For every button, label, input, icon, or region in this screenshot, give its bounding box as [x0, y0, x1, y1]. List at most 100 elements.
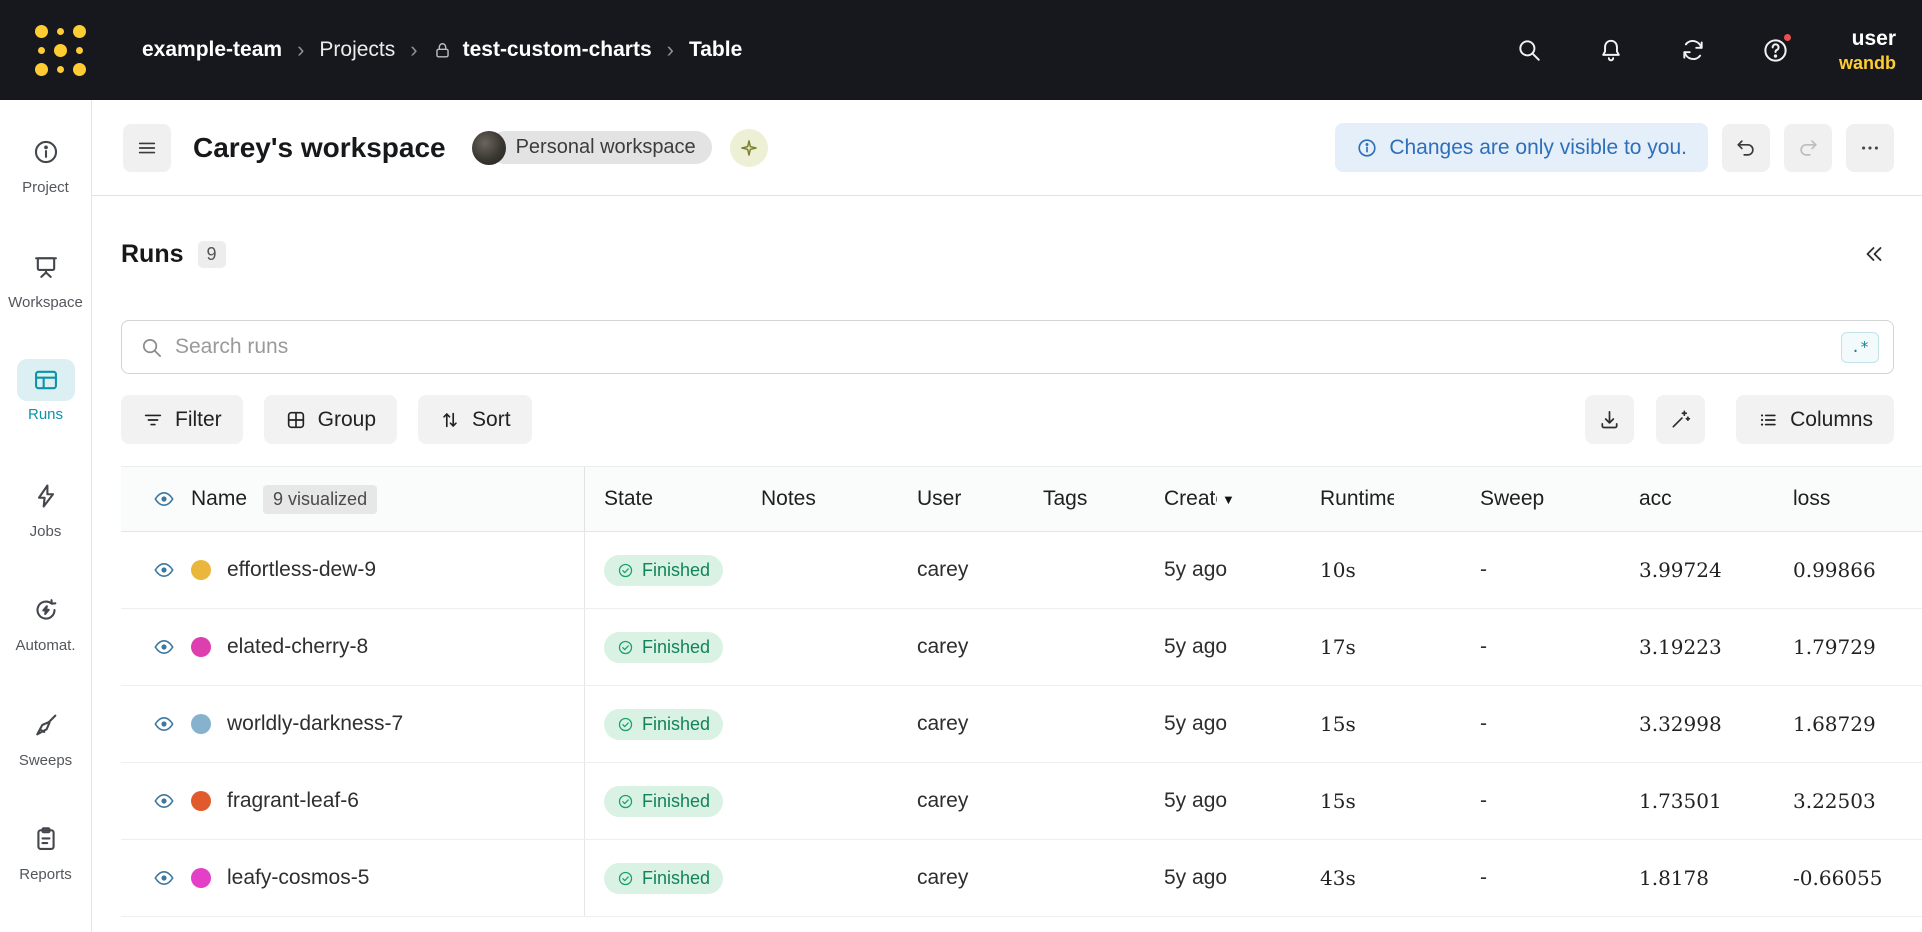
acc-cell: 3.32998	[1620, 686, 1774, 762]
help-icon[interactable]	[1753, 28, 1797, 72]
breadcrumb-team[interactable]: example-team	[142, 38, 282, 62]
runtime-cell: 15s	[1301, 686, 1461, 762]
run-name-link[interactable]: leafy-cosmos-5	[227, 866, 369, 890]
created-cell: 5y ago	[1145, 840, 1301, 916]
run-color-dot[interactable]	[191, 637, 211, 657]
user-cell: carey	[898, 609, 1024, 685]
run-row: leafy-cosmos-5Finishedcarey5y ago43s-1.8…	[121, 840, 1922, 917]
sidebar-item-runs[interactable]: Runs	[0, 359, 91, 474]
runs-search-bar: .*	[121, 320, 1894, 374]
group-button[interactable]: Group	[264, 395, 397, 444]
run-name-link[interactable]: elated-cherry-8	[227, 635, 368, 659]
info-icon	[24, 130, 68, 174]
notifications-bell-icon[interactable]	[1589, 28, 1633, 72]
column-header-created[interactable]: Created▼	[1145, 467, 1301, 531]
breadcrumb-page[interactable]: Table	[689, 38, 742, 62]
visibility-eye-icon[interactable]	[153, 713, 175, 735]
state-cell: Finished	[585, 763, 742, 839]
logo-dot	[38, 47, 45, 54]
user-cell: carey	[898, 532, 1024, 608]
tags-cell	[1024, 840, 1145, 916]
visualized-count-badge: 9 visualized	[263, 485, 377, 514]
breadcrumb-project[interactable]: test-custom-charts	[463, 38, 652, 62]
refresh-icon[interactable]	[1671, 28, 1715, 72]
column-header-runtime[interactable]: Runtime	[1301, 467, 1461, 531]
user-cell: carey	[898, 763, 1024, 839]
run-color-dot[interactable]	[191, 714, 211, 734]
sidebar-item-label: Workspace	[8, 294, 83, 311]
run-name-link[interactable]: effortless-dew-9	[227, 558, 376, 582]
automations-icon	[24, 588, 68, 632]
regex-toggle[interactable]: .*	[1841, 332, 1879, 363]
visibility-eye-icon[interactable]	[153, 488, 175, 510]
run-color-dot[interactable]	[191, 868, 211, 888]
run-color-dot[interactable]	[191, 560, 211, 580]
column-header-name[interactable]: Name 9 visualized	[121, 467, 585, 531]
run-name-link[interactable]: worldly-darkness-7	[227, 712, 403, 736]
runtime-cell: 15s	[1301, 763, 1461, 839]
filter-button[interactable]: Filter	[121, 395, 243, 444]
user-menu[interactable]: user wandb	[1839, 26, 1896, 75]
run-name-link[interactable]: fragrant-leaf-6	[227, 789, 359, 813]
sidebar-item-reports[interactable]: Reports	[0, 817, 91, 932]
user-name: user	[1852, 26, 1896, 52]
column-header-loss[interactable]: loss	[1774, 467, 1922, 531]
sort-button[interactable]: Sort	[418, 395, 532, 444]
sidebar-item-label: Automat.	[15, 637, 75, 654]
column-header-sweep[interactable]: Sweep	[1461, 467, 1620, 531]
column-header-acc[interactable]: acc	[1620, 467, 1774, 531]
visibility-eye-icon[interactable]	[153, 559, 175, 581]
acc-cell: 3.19223	[1620, 609, 1774, 685]
wandb-logo[interactable]	[32, 22, 92, 79]
sidebar-item-jobs[interactable]: Jobs	[0, 474, 91, 589]
runtime-cell: 43s	[1301, 840, 1461, 916]
breadcrumb-projects[interactable]: Projects	[319, 38, 395, 62]
sidebar-item-workspace[interactable]: Workspace	[0, 245, 91, 360]
workspace-visibility-chip[interactable]: Personal workspace	[472, 131, 712, 165]
magic-wand-icon[interactable]	[1656, 395, 1705, 444]
workspace-menu-button[interactable]	[123, 124, 171, 172]
visibility-eye-icon[interactable]	[153, 867, 175, 889]
more-options-button[interactable]	[1846, 124, 1894, 172]
search-runs-input[interactable]	[175, 335, 1829, 359]
check-circle-icon	[617, 870, 634, 887]
notes-cell	[742, 686, 898, 762]
undo-button[interactable]	[1722, 124, 1770, 172]
logo-dot	[73, 63, 86, 76]
download-icon[interactable]	[1585, 395, 1634, 444]
toolbar-right: Columns	[1585, 395, 1894, 444]
broom-icon	[24, 703, 68, 747]
redo-button[interactable]	[1784, 124, 1832, 172]
sparkle-button[interactable]	[730, 129, 768, 167]
run-row: effortless-dew-9Finishedcarey5y ago10s-3…	[121, 532, 1922, 609]
column-header-notes[interactable]: Notes	[742, 467, 898, 531]
loss-cell: 1.68729	[1774, 686, 1922, 762]
sidebar-item-project[interactable]: Project	[0, 130, 91, 245]
collapse-panel-icon[interactable]	[1854, 234, 1894, 274]
run-color-dot[interactable]	[191, 791, 211, 811]
sort-descending-icon: ▼	[1222, 492, 1235, 507]
sweep-cell: -	[1461, 686, 1620, 762]
search-icon[interactable]	[1507, 28, 1551, 72]
notes-cell	[742, 532, 898, 608]
column-header-state[interactable]: State	[585, 467, 742, 531]
notes-cell	[742, 763, 898, 839]
user-org: wandb	[1839, 52, 1896, 75]
visibility-eye-icon[interactable]	[153, 790, 175, 812]
column-header-tags[interactable]: Tags	[1024, 467, 1145, 531]
breadcrumb-separator-icon: ›	[410, 37, 417, 63]
sweep-cell: -	[1461, 532, 1620, 608]
logo-dot	[73, 25, 86, 38]
logo-dot	[35, 63, 48, 76]
column-header-user[interactable]: User	[898, 467, 1024, 531]
state-cell: Finished	[585, 840, 742, 916]
loss-cell: 0.99866	[1774, 532, 1922, 608]
logo-dot	[57, 28, 64, 35]
sweep-cell: -	[1461, 609, 1620, 685]
sidebar-item-automations[interactable]: Automat.	[0, 588, 91, 703]
loss-cell: 3.22503	[1774, 763, 1922, 839]
visibility-eye-icon[interactable]	[153, 636, 175, 658]
columns-button[interactable]: Columns	[1736, 395, 1894, 444]
run-row: worldly-darkness-7Finishedcarey5y ago15s…	[121, 686, 1922, 763]
sidebar-item-sweeps[interactable]: Sweeps	[0, 703, 91, 818]
